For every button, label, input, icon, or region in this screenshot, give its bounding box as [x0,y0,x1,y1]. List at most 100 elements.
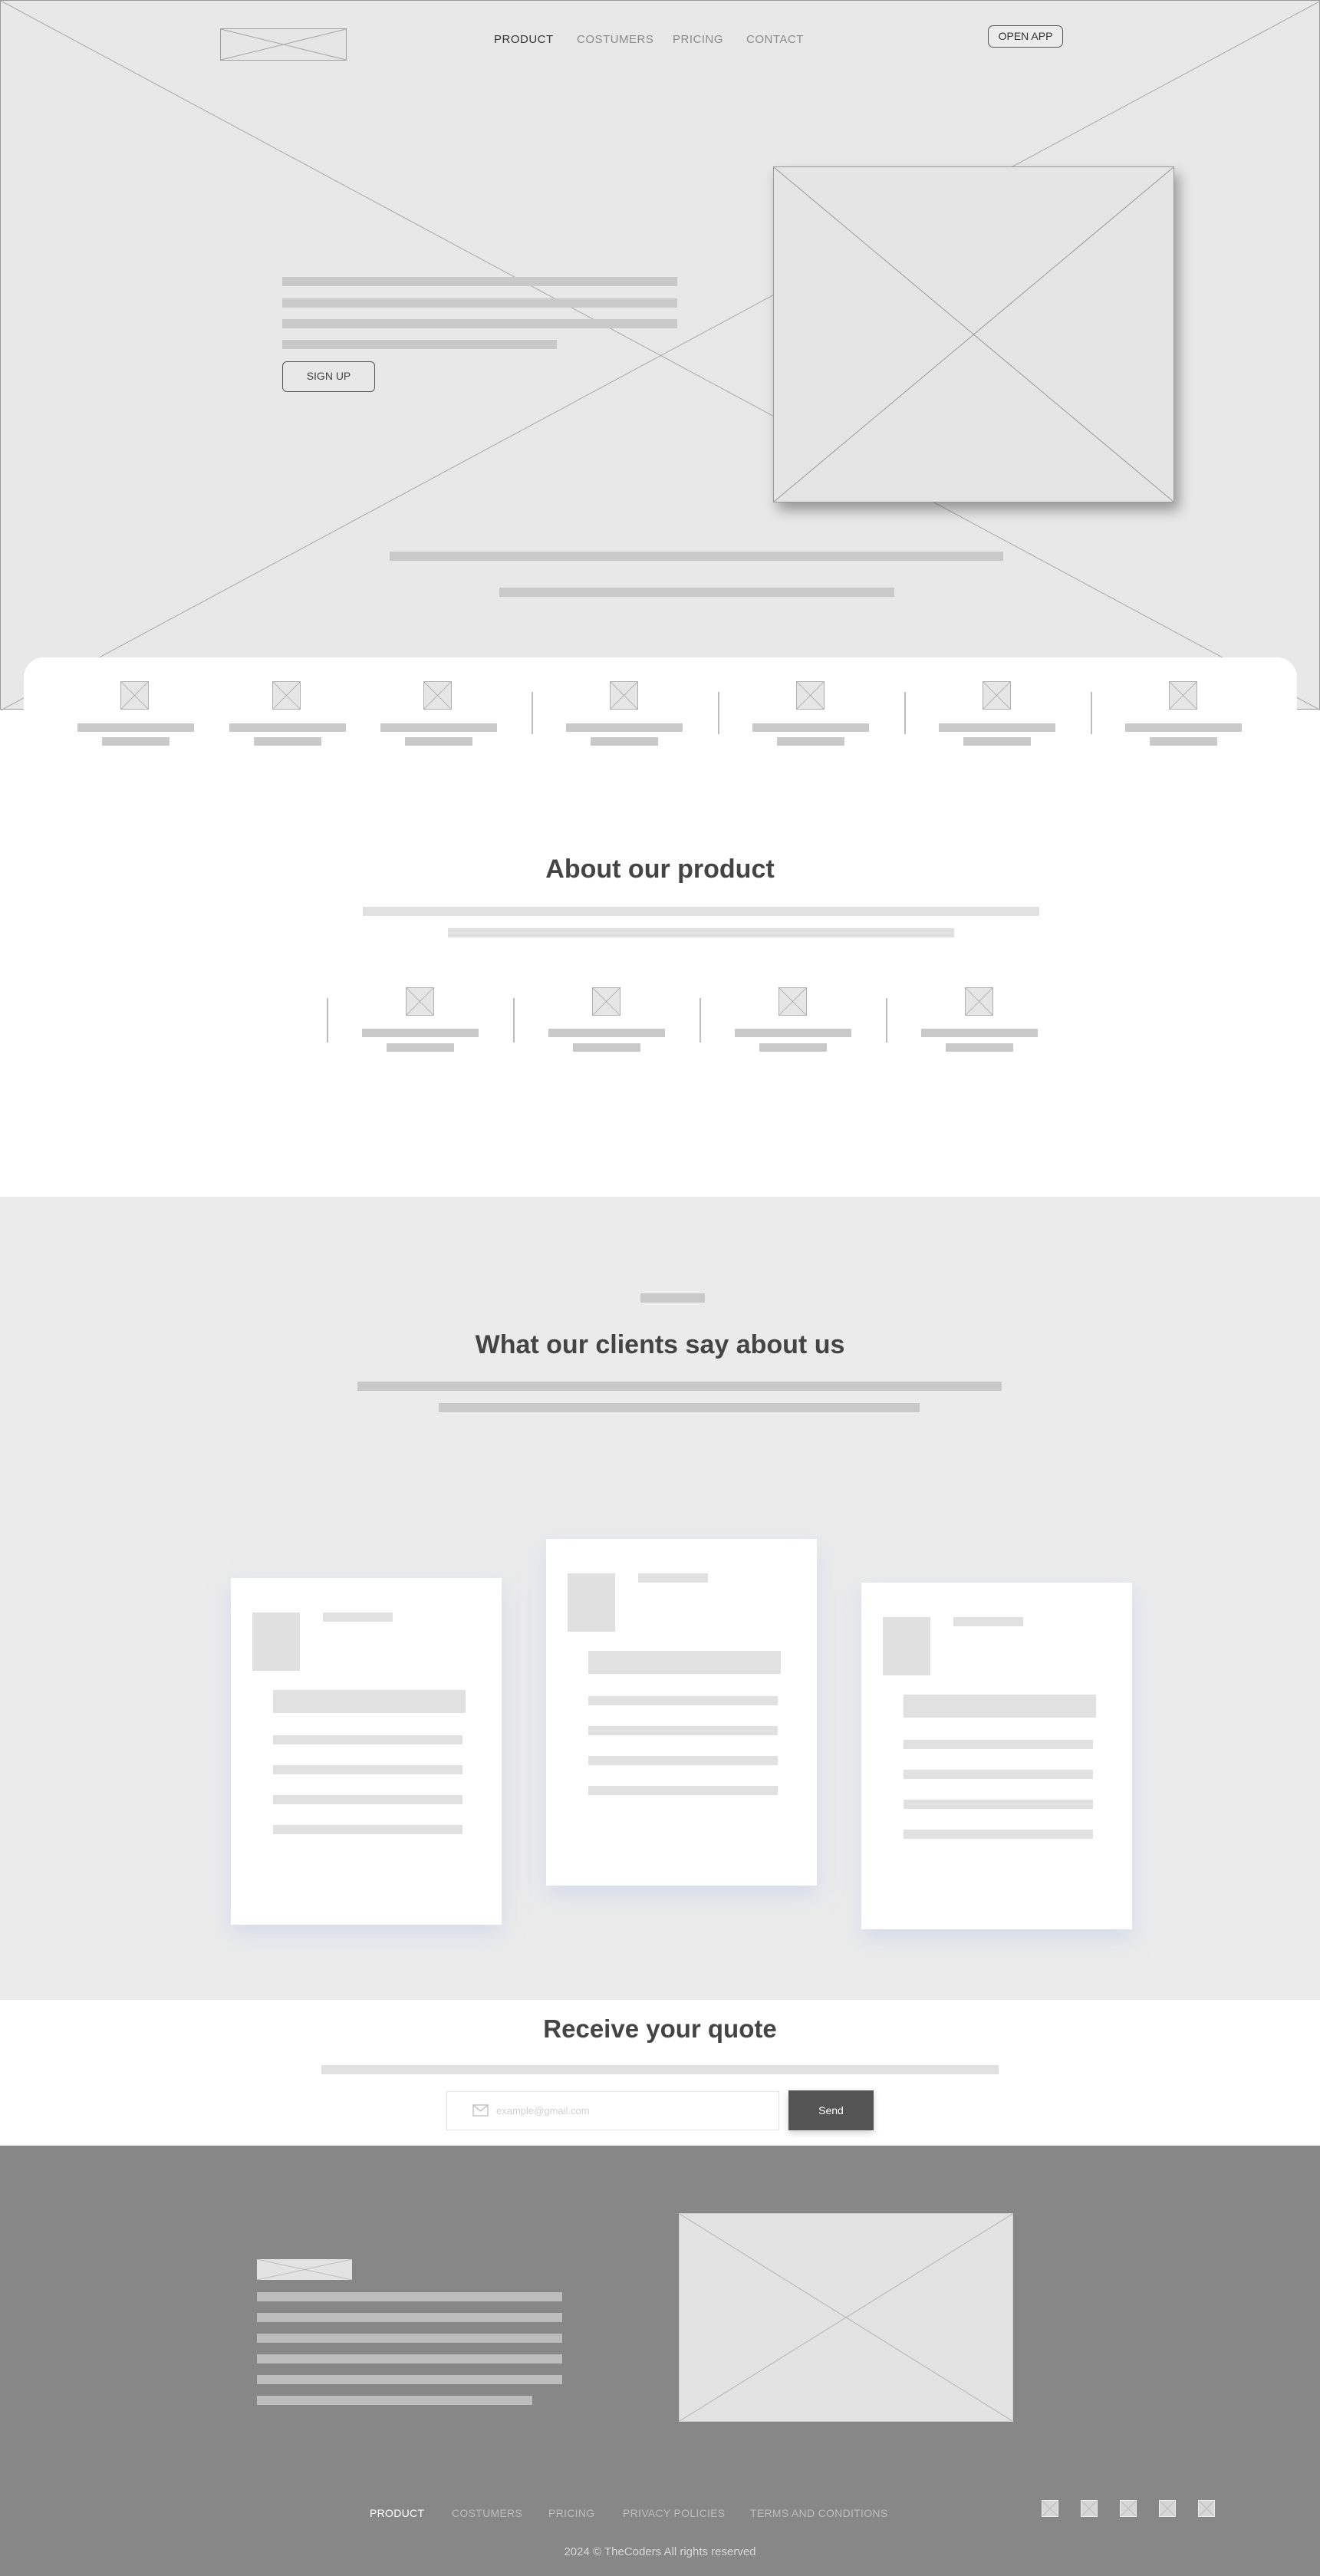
quote-title: Receive your quote [543,2014,777,2043]
feature-title-line [939,723,1055,732]
testimonial-heading-line [588,1651,781,1674]
about-item-title-line [921,1029,1038,1037]
feature-icon [272,681,301,710]
hero-caption-line [390,552,1003,561]
email-placeholder: example@gmail.com [496,2105,590,2116]
footer-image-placeholder [679,2213,1013,2422]
about-item-icon [406,987,434,1016]
divider [718,692,719,734]
testimonial-card [231,1578,502,1925]
feature-title-line [566,723,683,732]
footer-link-terms-and-conditions[interactable]: TERMS AND CONDITIONS [750,2507,887,2519]
nav-item-costumers[interactable]: COSTUMERS [577,33,653,46]
testimonial-text-line [588,1726,778,1735]
footer-link-costumers[interactable]: COSTUMERS [452,2507,522,2519]
social-icon[interactable] [1120,2500,1137,2517]
testimonial-text-line [273,1765,462,1774]
divider [532,692,533,734]
quote-text-line [321,2065,999,2074]
mail-icon [472,2104,489,2116]
footer-text-line [257,2354,562,2364]
social-icon[interactable] [1081,2500,1098,2517]
feature-title-line [380,723,497,732]
testimonial-card [861,1583,1132,1929]
about-text-line [448,928,954,937]
client-name-line [323,1612,393,1622]
testimonials-text-line [357,1382,1002,1391]
footer-text-line [257,2375,562,2384]
divider [904,692,906,734]
testimonial-text-line [904,1770,1093,1779]
footer-text-line [257,2334,562,2343]
testimonial-heading-line [904,1695,1096,1718]
testimonial-text-line [273,1825,462,1834]
hero-image-placeholder [773,166,1174,502]
feature-subtitle-line [254,737,321,746]
nav-item-contact[interactable]: CONTACT [746,33,804,46]
feature-title-line [229,723,346,732]
divider [513,998,515,1043]
testimonial-text-line [588,1756,778,1765]
social-icon[interactable] [1042,2500,1058,2517]
testimonials-text-line [439,1403,920,1412]
about-item-title-line [735,1029,851,1037]
client-name-line [953,1617,1023,1626]
testimonial-text-line [904,1740,1093,1749]
divider [1091,692,1092,734]
footer-link-privacy-policies[interactable]: PRIVACY POLICIES [623,2507,725,2519]
about-item-subtitle-line [759,1043,827,1052]
divider [886,998,887,1043]
social-icon[interactable] [1159,2500,1176,2517]
nav-item-pricing[interactable]: PRICING [673,33,723,46]
avatar [568,1573,615,1632]
feature-icon [1169,681,1197,710]
footer-link-pricing[interactable]: PRICING [548,2507,594,2519]
feature-subtitle-line [591,737,658,746]
about-item-subtitle-line [946,1043,1013,1052]
testimonial-text-line [273,1735,462,1744]
feature-subtitle-line [405,737,472,746]
footer-logo[interactable] [257,2259,352,2280]
email-field[interactable]: example@gmail.com [446,2091,779,2130]
about-item-title-line [362,1029,479,1037]
testimonial-text-line [588,1696,778,1705]
testimonial-text-line [273,1795,462,1804]
testimonial-text-line [904,1830,1093,1839]
feature-subtitle-line [777,737,844,746]
about-item-subtitle-line [573,1043,640,1052]
testimonial-text-line [904,1800,1093,1809]
open-app-button[interactable]: OPEN APP [988,25,1063,48]
feature-title-line [77,723,194,732]
testimonials-section: What our clients say about us [0,1197,1320,2000]
social-icon[interactable] [1198,2500,1215,2517]
hero-text-line [282,319,677,328]
footer-link-product[interactable]: PRODUCT [370,2507,424,2519]
about-item-icon [965,987,993,1016]
feature-icon [423,681,452,710]
feature-title-line [752,723,869,732]
feature-subtitle-line [963,737,1031,746]
testimonial-text-line [588,1786,778,1795]
signup-button[interactable]: SIGN UP [282,361,375,392]
nav-item-product[interactable]: PRODUCT [494,33,554,46]
section-eyebrow-line [640,1293,705,1303]
feature-subtitle-line [1150,737,1217,746]
feature-title-line [1125,723,1242,732]
hero-text-line [282,298,677,308]
about-item-title-line [548,1029,665,1037]
copyright-text: 2024 © TheCoders All rights reserved [564,2545,756,2558]
feature-subtitle-line [102,737,170,746]
about-item-icon [592,987,620,1016]
send-button[interactable]: Send [788,2090,874,2130]
avatar [883,1617,930,1675]
testimonial-card [546,1539,817,1886]
avatar [252,1612,300,1671]
hero-caption-line [499,588,894,597]
feature-icon [120,681,149,710]
logo[interactable] [220,28,347,61]
footer-text-line [257,2396,532,2405]
about-title: About our product [545,855,775,884]
feature-icon [610,681,638,710]
about-item-icon [779,987,807,1016]
about-text-line [363,907,1039,916]
